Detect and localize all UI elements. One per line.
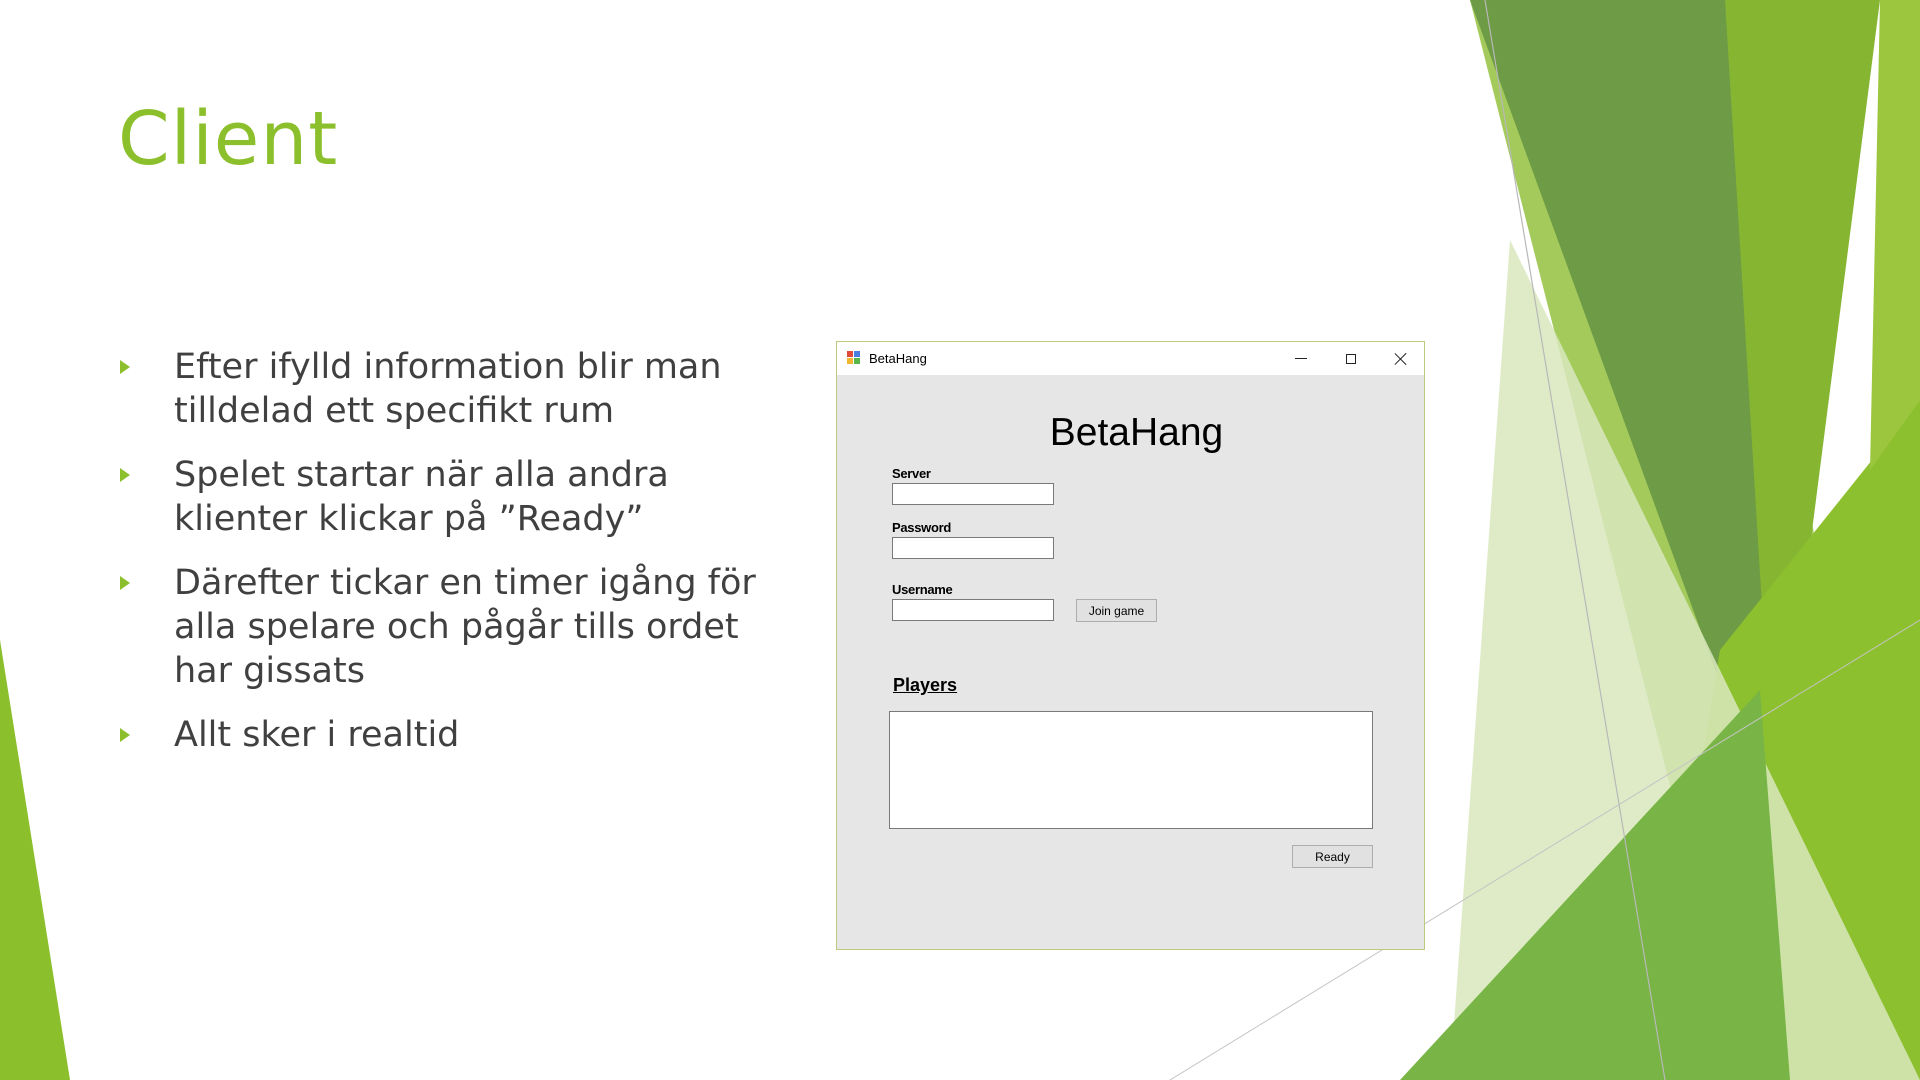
app-icon xyxy=(847,351,860,364)
password-label: Password xyxy=(892,520,952,535)
minimize-button[interactable] xyxy=(1277,342,1325,375)
bullet-item: Spelet startar när alla andra klienter k… xyxy=(118,453,758,541)
bullet-list: Efter ifylld information blir man tillde… xyxy=(118,345,758,777)
window-titlebar[interactable]: BetaHang xyxy=(837,342,1424,375)
bullet-text: Därefter tickar en timer igång för alla … xyxy=(174,563,756,691)
bullet-item: Allt sker i realtid xyxy=(118,713,758,757)
username-label: Username xyxy=(892,582,953,597)
password-input[interactable] xyxy=(892,537,1054,559)
join-game-button[interactable]: Join game xyxy=(1076,599,1157,622)
username-input[interactable] xyxy=(892,599,1054,621)
players-list[interactable] xyxy=(889,711,1373,829)
players-label: Players xyxy=(893,675,958,695)
bullet-text: Allt sker i realtid xyxy=(174,715,460,755)
bullet-item: Efter ifylld information blir man tillde… xyxy=(118,345,758,433)
window-title: BetaHang xyxy=(869,351,927,366)
minimize-icon xyxy=(1295,358,1307,359)
bullet-text: Efter ifylld information blir man tillde… xyxy=(174,347,722,431)
maximize-button[interactable] xyxy=(1327,342,1375,375)
bullet-arrow-icon xyxy=(120,728,130,742)
maximize-icon xyxy=(1346,353,1356,364)
ready-button[interactable]: Ready xyxy=(1292,845,1373,868)
server-label: Server xyxy=(892,466,931,481)
server-input[interactable] xyxy=(892,483,1054,505)
slide-title: Client xyxy=(118,96,339,182)
bullet-arrow-icon xyxy=(120,468,130,482)
bullet-item: Därefter tickar en timer igång för alla … xyxy=(118,561,758,693)
betahang-window: BetaHang BetaHang Server Password Userna… xyxy=(836,341,1425,950)
bullet-arrow-icon xyxy=(120,576,130,590)
bullet-text: Spelet startar när alla andra klienter k… xyxy=(174,455,669,539)
bullet-arrow-icon xyxy=(120,360,130,374)
close-button[interactable] xyxy=(1377,342,1425,375)
close-icon xyxy=(1394,352,1408,366)
app-heading: BetaHang xyxy=(1049,411,1224,454)
